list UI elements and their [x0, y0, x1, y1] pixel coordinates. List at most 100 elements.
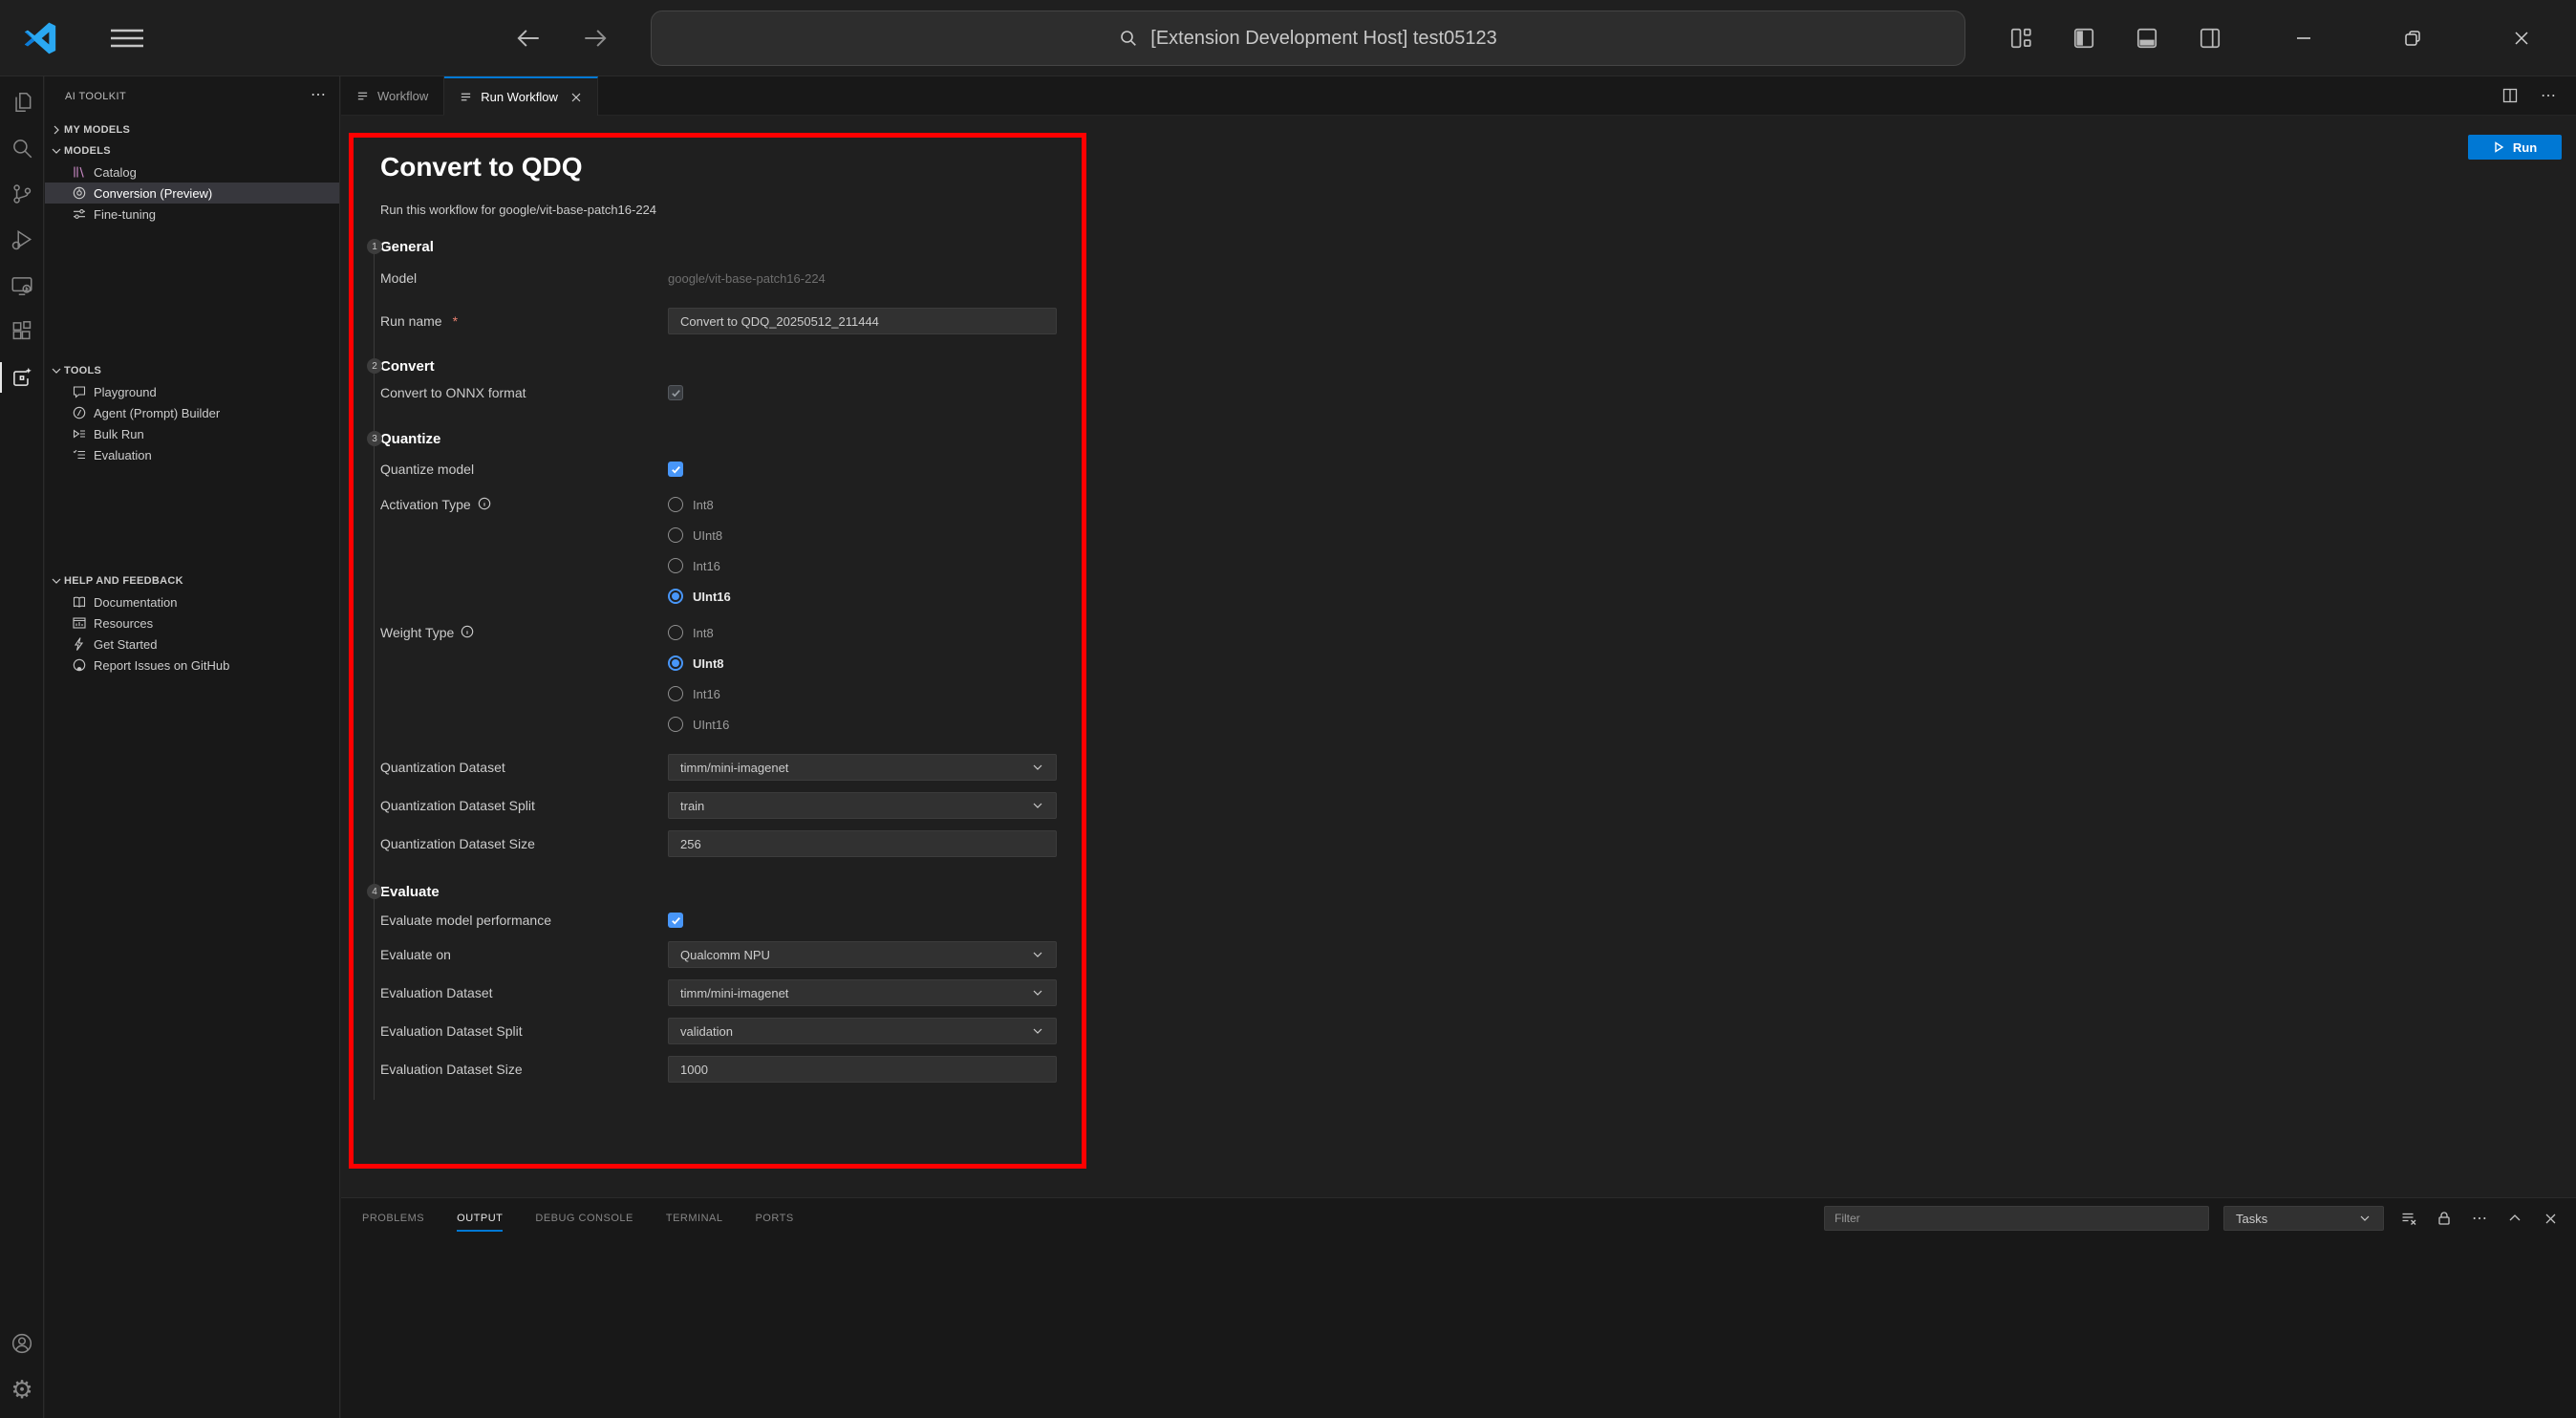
radio-weight-int16[interactable]: Int16 [668, 686, 729, 701]
book-icon [72, 594, 87, 610]
chevron-right-icon [49, 125, 64, 135]
evaluate-on-dropdown[interactable]: Qualcomm NPU [668, 941, 1057, 968]
sidebar-more-actions-icon[interactable]: ⋯ [311, 91, 326, 100]
sidebar: AI TOOLKIT ⋯ MY MODELS MODELS Catalog Co… [45, 76, 340, 1418]
quantization-dataset-split-dropdown[interactable]: train [668, 792, 1057, 819]
sidebar-item-agent-prompt-builder[interactable]: Agent (Prompt) Builder [45, 402, 339, 423]
toggle-secondary-sidebar-icon[interactable] [2196, 24, 2224, 53]
output-filter-input[interactable] [1824, 1206, 2209, 1231]
toggle-primary-sidebar-icon[interactable] [2070, 24, 2098, 53]
sidebar-section-models[interactable]: MODELS [45, 140, 339, 161]
info-icon[interactable] [461, 625, 474, 638]
run-name-row: Run name* [380, 308, 1063, 334]
activation-type-radio-group: Int8 UInt8 Int16 UInt16 [668, 497, 731, 604]
sidebar-title: AI TOOLKIT [65, 91, 126, 102]
search-view-icon[interactable] [0, 125, 44, 171]
run-workflow-button[interactable]: Run [2468, 135, 2562, 160]
sidebar-item-conversion-preview[interactable]: Conversion (Preview) [45, 183, 339, 204]
explorer-icon[interactable] [0, 79, 44, 125]
activation-type-row: Activation Type Int8 UInt8 [380, 497, 1063, 604]
run-debug-icon[interactable] [0, 217, 44, 263]
sidebar-item-resources[interactable]: Resources [45, 612, 339, 634]
tab-workflow[interactable]: Workflow [341, 76, 444, 115]
chevron-down-icon [1031, 1024, 1044, 1038]
section-evaluate: 4 Evaluate [380, 884, 1063, 899]
split-editor-icon[interactable] [2501, 87, 2519, 104]
quantize-model-checkbox[interactable] [668, 462, 683, 477]
account-icon[interactable] [0, 1321, 44, 1366]
section-convert: 2 Convert [380, 358, 1063, 374]
evaluation-dataset-split-dropdown[interactable]: validation [668, 1018, 1057, 1044]
minimize-icon[interactable] [2249, 0, 2358, 76]
radio-activation-uint16[interactable]: UInt16 [668, 589, 731, 604]
customize-layout-icon[interactable] [2007, 24, 2035, 53]
toggle-panel-icon[interactable] [2133, 24, 2161, 53]
chevron-down-icon [1031, 948, 1044, 961]
maximize-panel-icon[interactable] [2504, 1208, 2525, 1229]
forward-arrow-icon[interactable] [578, 21, 612, 55]
close-panel-icon[interactable] [2540, 1208, 2561, 1229]
run-name-label: Run name* [380, 313, 668, 329]
red-annotation-rectangle: Convert to QDQ Run this workflow for goo… [349, 133, 1086, 1169]
panel-tab-debug-console[interactable]: DEBUG CONSOLE [535, 1209, 633, 1228]
radio-activation-int8[interactable]: Int8 [668, 497, 731, 512]
ai-toolkit-icon[interactable] [0, 354, 44, 400]
radio-activation-uint8[interactable]: UInt8 [668, 527, 731, 543]
sidebar-item-bulk-run[interactable]: Bulk Run [45, 423, 339, 444]
sidebar-item-documentation[interactable]: Documentation [45, 591, 339, 612]
sidebar-item-catalog[interactable]: Catalog [45, 161, 339, 183]
panel-tab-terminal[interactable]: TERMINAL [666, 1209, 723, 1228]
radio-weight-uint16[interactable]: UInt16 [668, 717, 729, 732]
sidebar-item-get-started[interactable]: Get Started [45, 634, 339, 655]
panel-more-actions-icon[interactable]: ⋯ [2469, 1208, 2490, 1229]
menu-icon[interactable] [107, 25, 147, 52]
panel-tab-problems[interactable]: PROBLEMS [362, 1209, 424, 1228]
output-channel-dropdown[interactable]: Tasks [2223, 1206, 2384, 1231]
convert-onnx-label: Convert to ONNX format [380, 385, 668, 400]
sidebar-item-playground[interactable]: Playground [45, 381, 339, 402]
panel-tab-ports[interactable]: PORTS [755, 1209, 793, 1228]
sliders-icon [72, 206, 87, 222]
evaluate-performance-checkbox[interactable] [668, 913, 683, 928]
quantization-dataset-size-input[interactable] [668, 830, 1057, 857]
radio-activation-int16[interactable]: Int16 [668, 558, 731, 573]
radio-weight-uint8[interactable]: UInt8 [668, 655, 729, 671]
window-title: [Extension Development Host] test05123 [1150, 28, 1496, 50]
panel-tab-output[interactable]: OUTPUT [457, 1209, 503, 1228]
editor-more-actions-icon[interactable]: ⋯ [2538, 85, 2559, 106]
quantization-dataset-row: Quantization Dataset timm/mini-imagenet [380, 754, 1063, 781]
evaluation-dataset-dropdown[interactable]: timm/mini-imagenet [668, 979, 1057, 1006]
settings-gear-icon[interactable]: ⚙ [0, 1366, 44, 1412]
sidebar-item-evaluation[interactable]: Evaluation [45, 444, 339, 465]
chevron-down-icon [49, 576, 64, 586]
stepper-line [374, 249, 375, 1100]
lock-icon[interactable] [2434, 1208, 2455, 1229]
comment-icon [72, 384, 87, 399]
close-tab-icon[interactable] [570, 92, 582, 103]
sidebar-item-report-issues-github[interactable]: Report Issues on GitHub [45, 655, 339, 676]
back-arrow-icon[interactable] [511, 21, 546, 55]
sidebar-section-my-models[interactable]: MY MODELS [45, 119, 339, 140]
run-name-input[interactable] [668, 308, 1057, 334]
quantization-dataset-dropdown[interactable]: timm/mini-imagenet [668, 754, 1057, 781]
chevron-down-icon [2358, 1212, 2372, 1225]
info-icon[interactable] [478, 497, 491, 510]
sidebar-item-fine-tuning[interactable]: Fine-tuning [45, 204, 339, 225]
restore-icon[interactable] [2358, 0, 2467, 76]
tab-run-workflow[interactable]: Run Workflow [444, 76, 598, 116]
clear-output-icon[interactable] [2398, 1208, 2419, 1229]
evaluation-dataset-size-input[interactable] [668, 1056, 1057, 1083]
radio-weight-int8[interactable]: Int8 [668, 625, 729, 640]
remote-explorer-icon[interactable] [0, 263, 44, 309]
evaluation-dataset-size-row: Evaluation Dataset Size [380, 1056, 1063, 1083]
library-icon [72, 164, 87, 180]
evaluate-on-row: Evaluate on Qualcomm NPU [380, 941, 1063, 968]
extensions-icon[interactable] [0, 309, 44, 354]
chevron-down-icon [1031, 761, 1044, 774]
command-center[interactable]: [Extension Development Host] test05123 [651, 11, 1965, 66]
sidebar-section-help-feedback[interactable]: HELP AND FEEDBACK [45, 570, 339, 591]
close-window-icon[interactable] [2467, 0, 2576, 76]
section-quantize: 3 Quantize [380, 431, 1063, 446]
sidebar-section-tools[interactable]: TOOLS [45, 360, 339, 381]
source-control-icon[interactable] [0, 171, 44, 217]
